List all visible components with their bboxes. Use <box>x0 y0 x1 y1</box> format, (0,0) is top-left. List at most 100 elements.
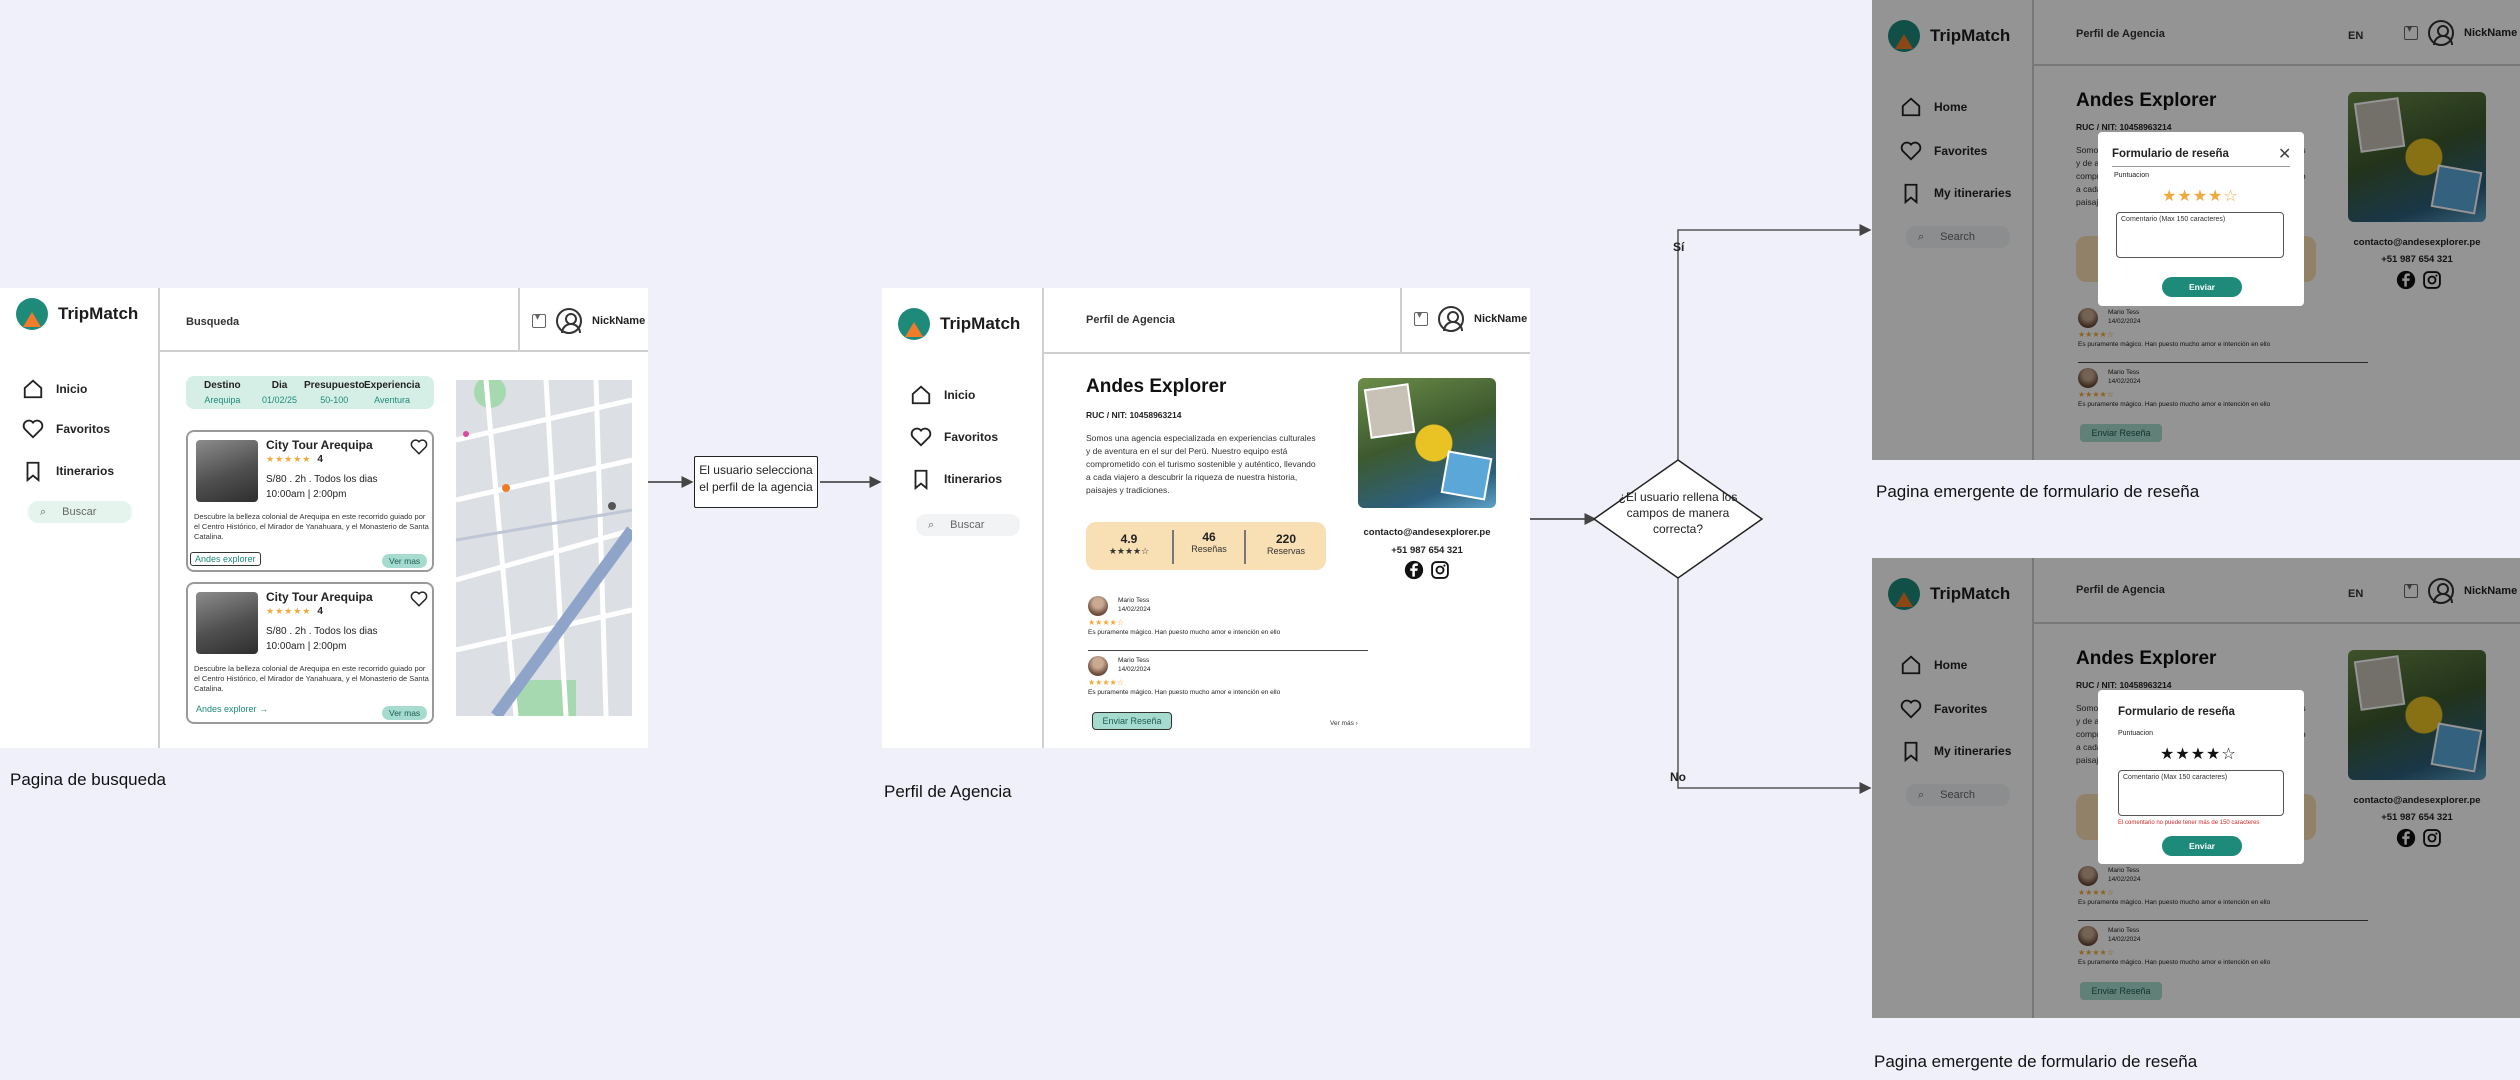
agency-ruc: RUC / NIT: 10458963214 <box>1086 410 1182 420</box>
agency-email: contacto@andesexplorer.pe <box>1363 527 1491 538</box>
see-more-button[interactable]: Ver mas <box>382 706 428 720</box>
review-divider <box>1088 650 1368 651</box>
stat-reviews: 46 Reseñas <box>1191 530 1227 554</box>
close-icon[interactable]: ✕ <box>2278 144 2291 164</box>
sidebar-item-favoritos[interactable]: Favoritos <box>910 426 998 448</box>
reviewer-name: Mario Tess <box>1118 657 1150 664</box>
comment-textarea[interactable]: Comentario (Max 150 caracteres) <box>2118 770 2284 816</box>
comment-textarea[interactable]: Comentario (Max 150 caracteres) <box>2116 212 2284 258</box>
heart-icon <box>22 419 44 439</box>
rating-stars[interactable]: ★★★★☆ <box>2162 186 2239 206</box>
tour-description: Descubre la belleza colonial de Arequipa… <box>194 664 429 693</box>
review-text: Es puramente mágico. Han puesto mucho am… <box>1088 629 1281 636</box>
bookmark-icon <box>914 469 928 490</box>
tour-title: City Tour Arequipa <box>266 438 373 452</box>
agency-description: Somos una agencia especializada en exper… <box>1086 433 1316 495</box>
app-logo[interactable]: TripMatch <box>16 298 138 330</box>
map-view[interactable] <box>456 380 632 716</box>
bookmark-icon <box>26 461 40 482</box>
facebook-icon[interactable] <box>1404 560 1424 580</box>
see-more-link[interactable]: Ver más › <box>1330 720 1358 727</box>
review-date: 14/02/2024 <box>1118 606 1151 613</box>
user-avatar-icon <box>556 308 582 334</box>
map-streets <box>456 380 632 716</box>
sidebar-search[interactable]: ⌕ Buscar <box>916 514 1020 536</box>
sidebar-search[interactable]: ⌕ Buscar <box>28 501 132 523</box>
see-more-button[interactable]: Ver mas <box>382 554 428 568</box>
social-links <box>1404 560 1450 580</box>
error-message: El comentario no puede tener más de 150 … <box>2118 820 2260 826</box>
user-avatar-icon <box>1438 306 1464 332</box>
heart-icon <box>910 427 932 447</box>
agency-photo <box>1358 378 1496 508</box>
instagram-icon[interactable] <box>1430 560 1450 580</box>
tour-description: Descubre la belleza colonial de Arequipa… <box>194 512 429 541</box>
search-page-screen: TripMatch Inicio Favoritos Itinerarios ⌕… <box>0 288 648 748</box>
logo-mark-icon <box>16 298 48 330</box>
agency-name: Andes Explorer <box>1086 376 1227 397</box>
sidebar: TripMatch Inicio Favoritos Itinerarios ⌕… <box>882 288 1044 748</box>
page-tab-title: Busqueda <box>186 316 240 328</box>
submit-button[interactable]: Enviar <box>2162 836 2242 856</box>
top-bar: Busqueda NickName <box>160 288 648 352</box>
edge-label-yes: Sí <box>1673 240 1685 254</box>
submit-button[interactable]: Enviar <box>2162 277 2242 297</box>
send-review-button[interactable]: Enviar Reseña <box>1092 712 1172 730</box>
dropdown-icon[interactable] <box>1414 310 1428 326</box>
app-logo[interactable]: TripMatch <box>898 308 1020 340</box>
rating-label: Puntuacion <box>2114 172 2150 179</box>
edge-label-no: No <box>1670 770 1686 784</box>
agency-phone: +51 987 654 321 <box>1391 545 1463 556</box>
caption-search-page: Pagina de busqueda <box>10 770 166 789</box>
decision-question: ¿El usuario rellena los campos de manera… <box>1618 490 1738 536</box>
review-stars: ★★★★☆ <box>1088 618 1124 627</box>
user-menu[interactable]: NickName <box>1414 306 1527 332</box>
tour-rating: ★★★★★ 4 <box>266 606 324 617</box>
tour-image <box>196 592 258 654</box>
agency-link[interactable]: Andes explorer <box>190 552 261 566</box>
sidebar-item-favoritos[interactable]: Favoritos <box>22 418 110 440</box>
review-modal-page-yes: TripMatch Home Favorites My itineraries … <box>1872 0 2520 460</box>
tour-meta: S/80 . 2h . Todos los dias 10:00am | 2:00… <box>266 474 378 500</box>
filter-dia[interactable]: Dia 01/02/25 <box>262 380 297 405</box>
user-menu[interactable]: NickName <box>532 308 645 334</box>
review-date: 14/02/2024 <box>1118 666 1151 673</box>
search-icon: ⌕ <box>928 518 935 531</box>
review-form-modal: Formulario de reseña Puntuacion ★★★★☆ Co… <box>2098 690 2304 864</box>
rating-stars[interactable]: ★★★★☆ <box>2160 744 2237 764</box>
favorite-heart-icon[interactable] <box>410 590 428 608</box>
sidebar-item-itinerarios[interactable]: Itinerarios <box>22 460 114 482</box>
filter-destino[interactable]: Destino Arequipa <box>204 380 241 405</box>
dropdown-icon[interactable] <box>532 312 546 328</box>
review-form-modal: Formulario de reseña ✕ Puntuacion ★★★★☆ … <box>2098 132 2304 306</box>
stat-bookings: 220 Reservas <box>1266 532 1305 556</box>
page-tab-title: Perfil de Agencia <box>1086 314 1175 326</box>
rating-label: Puntuacion <box>2118 730 2154 737</box>
modal-title: Formulario de reseña <box>2118 706 2235 718</box>
search-icon: ⌕ <box>40 505 47 518</box>
review-item: Mario Tess 14/02/2024 ★★★★☆ Es puramente … <box>1088 656 1368 700</box>
sidebar-item-itinerarios[interactable]: Itinerarios <box>910 468 1002 490</box>
topbar-divider <box>518 288 520 350</box>
flow-step-select-agency: El usuario selecciona el perfil de la ag… <box>694 456 818 508</box>
sidebar: TripMatch Inicio Favoritos Itinerarios ⌕… <box>0 288 160 748</box>
home-icon <box>911 385 931 405</box>
tour-card[interactable]: City Tour Arequipa ★★★★★ 4 S/80 . 2h . To… <box>186 430 434 572</box>
filter-experiencia[interactable]: Experiencia Aventura <box>364 380 420 405</box>
sidebar-item-inicio[interactable]: Inicio <box>22 378 87 400</box>
agency-link[interactable]: Andes explorer → <box>196 704 268 714</box>
review-modal-page-no: TripMatch Home Favorites My itineraries … <box>1872 558 2520 1018</box>
agency-page-screen: TripMatch Inicio Favoritos Itinerarios ⌕… <box>882 288 1530 748</box>
topbar-divider <box>1400 288 1402 352</box>
review-item: Mario Tess 14/02/2024 ★★★★☆ Es puramente … <box>1088 596 1368 640</box>
sidebar-item-inicio[interactable]: Inicio <box>910 384 975 406</box>
caption-modal-yes: Pagina emergente de formulario de reseña <box>1876 482 2200 501</box>
filter-bar[interactable]: Destino Arequipa Dia 01/02/25 Presupuesto 5… <box>186 376 434 409</box>
tour-rating: ★★★★★ 4 <box>266 454 324 465</box>
tour-card[interactable]: City Tour Arequipa ★★★★★ 4 S/80 . 2h . To… <box>186 582 434 724</box>
review-stars: ★★★★☆ <box>1088 678 1124 687</box>
stat-rating: 4.9 ★★★★☆ <box>1108 532 1150 556</box>
top-bar: Perfil de Agencia NickName <box>1044 288 1530 354</box>
filter-presupuesto[interactable]: Presupuesto 50-100 <box>304 380 365 405</box>
favorite-heart-icon[interactable] <box>410 438 428 456</box>
